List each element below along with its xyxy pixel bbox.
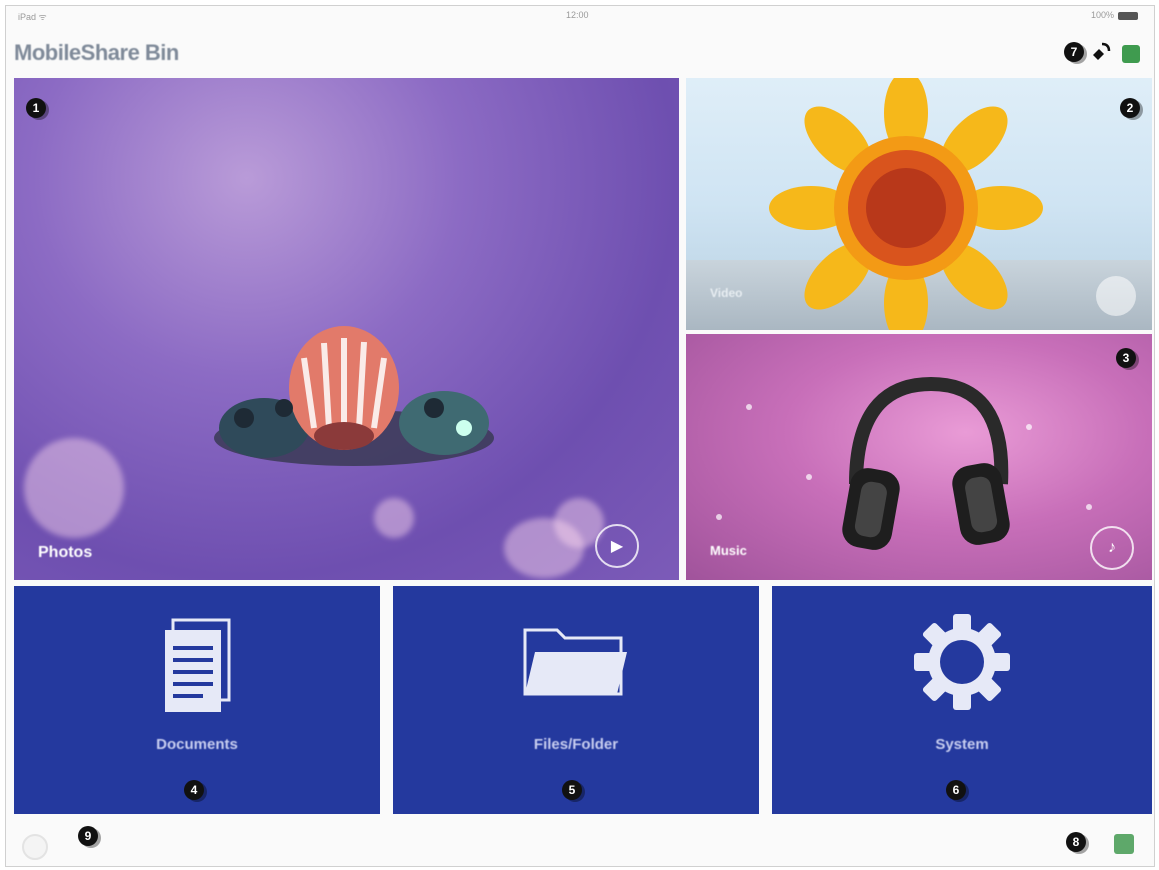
system-tile[interactable]: System: [772, 586, 1152, 814]
video-label: Video: [710, 286, 743, 300]
bokeh-light: [24, 438, 124, 538]
badge-8: 8: [1066, 832, 1086, 852]
battery-text: 100%: [1090, 10, 1114, 20]
sparkle: [716, 514, 722, 520]
refresh-icon[interactable]: [22, 834, 48, 860]
system-label: System: [935, 736, 989, 753]
app-title: MobileShare Bin: [14, 40, 179, 65]
play-icon[interactable]: ▶: [595, 524, 639, 568]
video-tile[interactable]: Video: [686, 78, 1152, 330]
folder-icon: [523, 628, 627, 696]
clock-text: 12:00: [566, 10, 589, 20]
battery-indicator: 100%: [1091, 10, 1138, 20]
badge-7: 7: [1064, 42, 1084, 62]
battery-icon: [1118, 11, 1138, 20]
status-bar: iPad ᯤ 12:00 100%: [6, 6, 1154, 24]
sunflower-image: [769, 78, 1043, 330]
music-play-icon[interactable]: ♪: [1090, 526, 1134, 570]
app-window: iPad ᯤ 12:00 100% MobileShare Bin 7 Phot…: [5, 5, 1155, 867]
documents-label: Documents: [156, 736, 238, 753]
bokeh-light: [374, 498, 414, 538]
home-icon[interactable]: [1114, 834, 1134, 854]
headphones-image: [842, 376, 1010, 550]
badge-6: 6: [946, 780, 966, 800]
document-stack-icon: [165, 618, 231, 712]
sparkle: [1026, 424, 1032, 430]
music-label: Music: [710, 543, 747, 558]
balloon-cloud-image: [214, 326, 494, 466]
sparkle: [746, 404, 752, 410]
badge-4: 4: [184, 780, 204, 800]
badge-9: 9: [78, 826, 98, 846]
badge-2: 2: [1120, 98, 1140, 118]
carrier-text: iPad ᯤ: [18, 12, 47, 22]
files-folder-label: Files/Folder: [533, 736, 619, 753]
badge-1: 1: [26, 98, 46, 118]
badge-3: 3: [1116, 348, 1136, 368]
status-square-icon[interactable]: [1122, 44, 1140, 63]
video-play-icon[interactable]: [1096, 276, 1136, 316]
connect-icon[interactable]: [1090, 40, 1112, 67]
photos-label: Photos: [38, 544, 93, 561]
gear-icon: [914, 614, 1010, 710]
sparkle: [806, 474, 812, 480]
top-right-controls: [1090, 40, 1140, 67]
photos-tile[interactable]: Photos ▶: [14, 78, 679, 580]
badge-5: 5: [562, 780, 582, 800]
sparkle: [1086, 504, 1092, 510]
music-tile[interactable]: Music ♪: [686, 334, 1152, 580]
files-folder-tile[interactable]: Files/Folder: [393, 586, 759, 814]
